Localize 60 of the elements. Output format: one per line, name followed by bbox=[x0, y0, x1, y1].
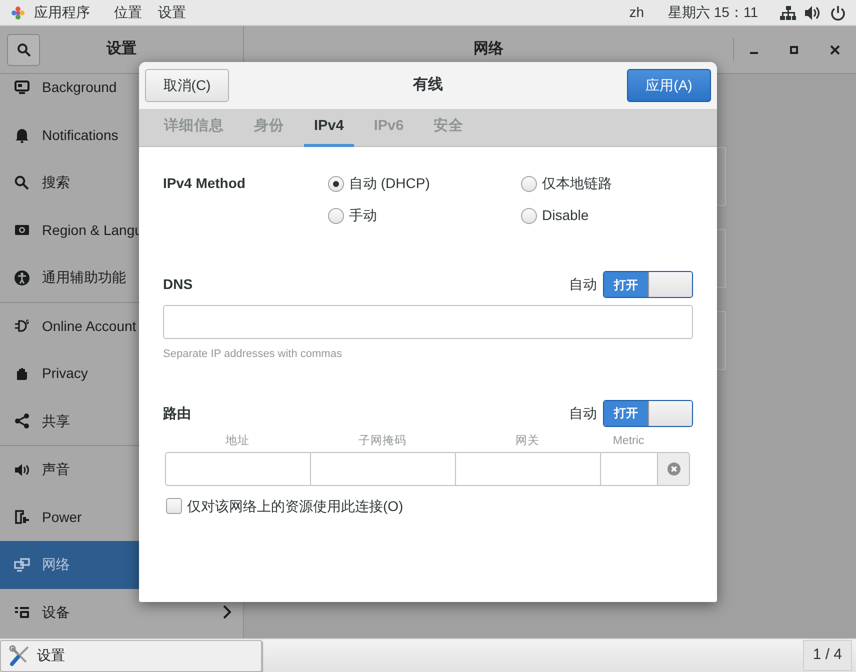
clear-icon bbox=[666, 462, 680, 476]
checkbox-option[interactable]: 仅对该网络上的资源使用此连接(O) bbox=[163, 496, 404, 517]
apply-button[interactable]: 应用(A) bbox=[627, 69, 711, 102]
computers-icon bbox=[14, 556, 30, 573]
sidebar-item[interactable]: 设备 bbox=[0, 588, 243, 636]
workspace-indicator[interactable]: 1 / 4 bbox=[802, 640, 852, 671]
devices-icon bbox=[14, 604, 30, 620]
logo-icon[interactable] bbox=[10, 4, 26, 20]
window-label: 设置 bbox=[37, 646, 65, 665]
auto-label: 自动 bbox=[569, 404, 597, 422]
column-header: 地址 bbox=[224, 434, 250, 448]
window-title: 网络 bbox=[474, 39, 504, 60]
route-input-field[interactable] bbox=[310, 452, 455, 486]
toggle-switch[interactable]: 打开 bbox=[603, 400, 693, 426]
sidebar-title: 设置 bbox=[106, 39, 136, 60]
volume-icon[interactable] bbox=[804, 4, 820, 20]
column-header: Metric bbox=[612, 434, 646, 448]
maximize-icon bbox=[788, 44, 799, 54]
applications-menu[interactable]: 应用程序 bbox=[34, 2, 90, 23]
auto-label: 自动 bbox=[569, 275, 597, 294]
dialog-title: 有线 bbox=[413, 75, 443, 96]
delete-button[interactable] bbox=[657, 452, 690, 486]
search-icon bbox=[16, 42, 30, 56]
monitor-icon bbox=[14, 80, 30, 96]
method-label: IPv4 Method bbox=[163, 174, 246, 193]
hint-text: Separate IP addresses with commas bbox=[163, 347, 343, 362]
tools-icon bbox=[9, 644, 31, 666]
route-input-field[interactable] bbox=[455, 452, 600, 486]
taskbar-window-button[interactable]: 设置 bbox=[0, 640, 262, 672]
search-icon bbox=[14, 174, 30, 191]
radio-option[interactable]: 仅本地链路 bbox=[521, 173, 691, 194]
battery-plug-icon bbox=[14, 509, 30, 526]
power-icon[interactable] bbox=[830, 4, 846, 20]
bell-icon bbox=[14, 127, 30, 144]
close-icon bbox=[830, 44, 840, 54]
route-input-field[interactable] bbox=[165, 452, 310, 486]
network-icon[interactable] bbox=[780, 4, 796, 20]
tab[interactable]: IPv4 bbox=[304, 110, 354, 147]
column-header: 网关 bbox=[514, 434, 540, 448]
cancel-button[interactable]: 取消(C) bbox=[145, 69, 229, 102]
language-indicator[interactable]: zh bbox=[629, 2, 644, 23]
routes-label: 路由 bbox=[163, 404, 191, 422]
accessibility-icon bbox=[14, 270, 30, 286]
toggle-switch[interactable]: 打开 bbox=[603, 271, 693, 298]
settings-menu[interactable]: 设置 bbox=[158, 2, 186, 23]
radio-option[interactable]: Disable bbox=[521, 205, 691, 226]
sidebar-item[interactable]: 声音 bbox=[0, 446, 243, 494]
sidebar-item[interactable]: Online Account bbox=[0, 302, 243, 350]
minimize-icon bbox=[750, 52, 758, 54]
share-icon bbox=[14, 413, 30, 430]
column-header: 子网掩码 bbox=[358, 434, 408, 448]
speaker-icon bbox=[14, 462, 30, 478]
places-menu[interactable]: 位置 bbox=[114, 2, 142, 23]
radio-option[interactable]: 自动 (DHCP) bbox=[328, 173, 521, 194]
dns-label: DNS bbox=[163, 275, 193, 294]
accounts-icon bbox=[14, 318, 30, 334]
radio-option[interactable]: 手动 bbox=[328, 205, 521, 226]
clock[interactable]: 星期六 15：11 bbox=[668, 2, 758, 23]
search-button[interactable] bbox=[7, 34, 40, 66]
dns-input-field[interactable] bbox=[163, 305, 693, 339]
